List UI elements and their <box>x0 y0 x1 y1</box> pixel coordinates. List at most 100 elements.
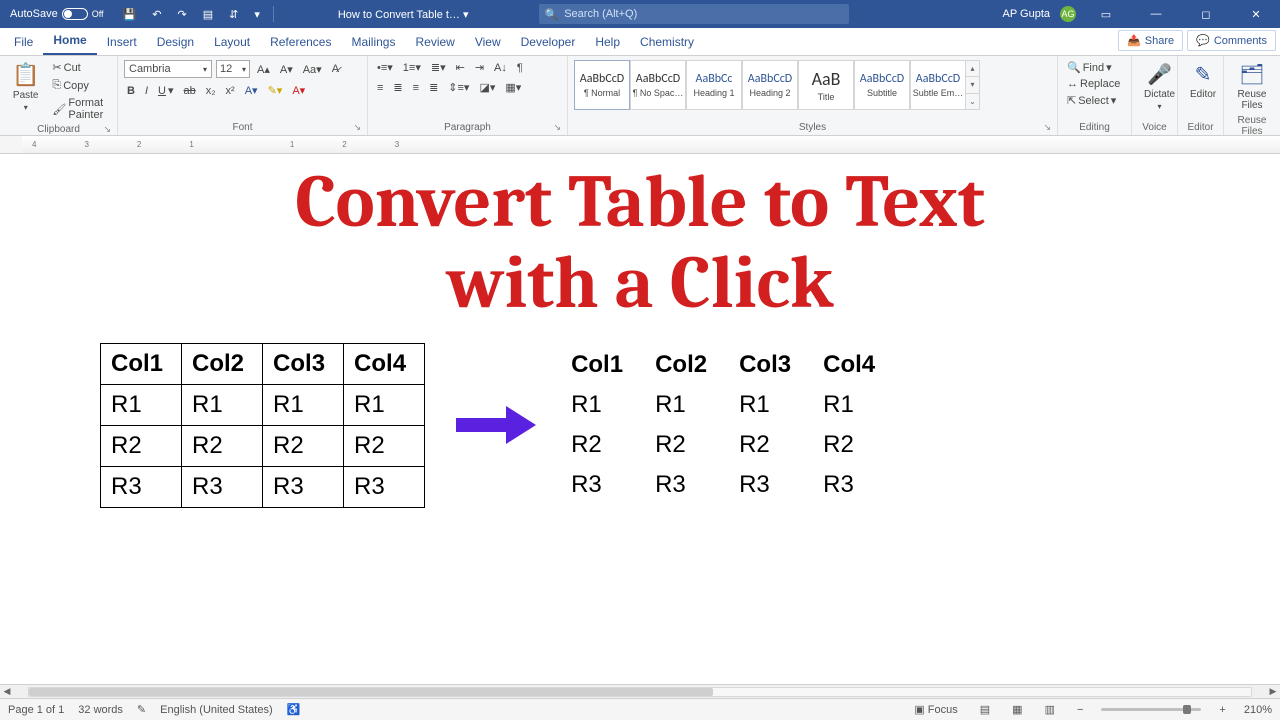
status-page[interactable]: Page 1 of 1 <box>8 704 64 716</box>
tab-review[interactable]: Review <box>405 29 464 55</box>
align-left-icon[interactable]: ≡ <box>374 81 386 95</box>
dialog-launcher-icon[interactable]: ↘ <box>353 122 361 133</box>
superscript-button[interactable]: x² <box>223 84 238 98</box>
dialog-launcher-icon[interactable]: ↘ <box>103 124 111 135</box>
font-size-select[interactable]: 12▾ <box>216 60 250 78</box>
bullets-icon[interactable]: •≡▾ <box>374 60 396 75</box>
print-layout-icon[interactable]: ▦ <box>1008 701 1026 718</box>
web-layout-icon[interactable]: ▥ <box>1041 701 1059 718</box>
underline-button[interactable]: U▾ <box>155 83 176 98</box>
style-nospacing[interactable]: AaBbCcD¶ No Spac… <box>630 60 686 110</box>
style-heading2[interactable]: AaBbCcDHeading 2 <box>742 60 798 110</box>
decrease-indent-icon[interactable]: ⇤ <box>453 60 468 75</box>
minimize-icon[interactable]: — <box>1136 0 1176 28</box>
ribbon-display-icon[interactable]: ▭ <box>1086 0 1126 28</box>
tab-file[interactable]: File <box>4 29 43 55</box>
document-area[interactable]: Convert Table to Text with a Click Col1 … <box>0 154 1280 684</box>
borders-icon[interactable]: ▦▾ <box>502 80 524 95</box>
find-button[interactable]: 🔍 Find ▾ <box>1064 60 1123 75</box>
scroll-right-icon[interactable]: ▶ <box>1266 686 1280 697</box>
text-effects-icon[interactable]: A▾ <box>242 83 261 98</box>
example-text[interactable]: Col1 Col2 Col3 Col4 R1R1R1R1 R2R2R2R2 R3… <box>567 345 903 505</box>
redo-icon[interactable]: ↷ <box>174 7 189 22</box>
tab-design[interactable]: Design <box>147 29 204 55</box>
autosave-toggle[interactable]: AutoSave Off <box>0 8 114 20</box>
focus-mode-button[interactable]: ▣ Focus <box>910 701 961 718</box>
font-color-icon[interactable]: A▾ <box>289 83 308 98</box>
zoom-slider[interactable] <box>1101 708 1201 711</box>
horizontal-scrollbar[interactable]: ◀ ▶ <box>0 684 1280 698</box>
increase-indent-icon[interactable]: ⇥ <box>472 60 487 75</box>
tab-mailings[interactable]: Mailings <box>341 29 405 55</box>
horizontal-ruler[interactable]: 4321 123 <box>0 136 1280 154</box>
scroll-left-icon[interactable]: ◀ <box>0 686 14 697</box>
zoom-thumb[interactable] <box>1183 705 1191 714</box>
read-mode-icon[interactable]: ▤ <box>976 701 994 718</box>
user-name[interactable]: AP Gupta <box>1003 8 1051 20</box>
scroll-thumb[interactable] <box>29 688 713 696</box>
qat-icon2[interactable]: ⇵ <box>226 7 241 22</box>
line-spacing-icon[interactable]: ⇕≡▾ <box>445 80 472 95</box>
reuse-files-button[interactable]: 🗂Reuse Files <box>1230 60 1274 113</box>
format-painter-button[interactable]: 🖌 Format Painter <box>49 96 111 122</box>
bold-button[interactable]: B <box>124 84 138 98</box>
zoom-level[interactable]: 210% <box>1244 704 1272 716</box>
status-lang[interactable]: English (United States) <box>160 704 273 716</box>
tab-insert[interactable]: Insert <box>97 29 147 55</box>
zoom-in-button[interactable]: + <box>1215 702 1229 718</box>
clear-format-icon[interactable]: A̷ <box>329 62 342 76</box>
maximize-icon[interactable]: ◻ <box>1186 0 1226 28</box>
undo-icon[interactable]: ↶ <box>149 7 164 22</box>
tab-view[interactable]: View <box>465 29 511 55</box>
example-table[interactable]: Col1 Col2 Col3 Col4 R1R1R1R1 R2R2R2R2 R3… <box>100 343 425 508</box>
select-button[interactable]: ⇱ Select ▾ <box>1064 93 1123 108</box>
tab-developer[interactable]: Developer <box>511 29 586 55</box>
search-box[interactable]: 🔍 Search (Alt+Q) <box>539 4 849 24</box>
share-button[interactable]: 📤Share <box>1118 30 1183 51</box>
tab-chemistry[interactable]: Chemistry <box>630 29 704 55</box>
styles-gallery[interactable]: AaBbCcD¶ Normal AaBbCcD¶ No Spac… AaBbCc… <box>574 60 980 110</box>
sort-icon[interactable]: A↓ <box>491 61 510 75</box>
tab-help[interactable]: Help <box>585 29 630 55</box>
justify-icon[interactable]: ≣ <box>426 80 441 95</box>
qat-icon[interactable]: ▤ <box>200 7 216 22</box>
dialog-launcher-icon[interactable]: ↘ <box>1043 122 1051 133</box>
zoom-out-button[interactable]: − <box>1073 702 1087 718</box>
style-normal[interactable]: AaBbCcD¶ Normal <box>574 60 630 110</box>
dialog-launcher-icon[interactable]: ↘ <box>553 122 561 133</box>
italic-button[interactable]: I <box>142 84 151 98</box>
status-words[interactable]: 32 words <box>78 704 123 716</box>
user-avatar[interactable]: AG <box>1060 6 1076 22</box>
save-icon[interactable]: 💾 <box>120 7 140 22</box>
comments-button[interactable]: 💬Comments <box>1187 30 1276 51</box>
show-hide-icon[interactable]: ¶ <box>514 61 526 75</box>
editor-button[interactable]: ✎Editor <box>1184 60 1222 102</box>
style-subtleem[interactable]: AaBbCcDSubtle Em… <box>910 60 966 110</box>
scroll-track[interactable] <box>28 687 1252 697</box>
align-center-icon[interactable]: ≣ <box>390 80 405 95</box>
close-icon[interactable]: ✕ <box>1236 0 1276 28</box>
font-name-select[interactable]: Cambria▾ <box>124 60 212 78</box>
replace-button[interactable]: ↔ Replace <box>1064 77 1123 91</box>
change-case-icon[interactable]: Aa▾ <box>300 62 325 77</box>
cut-button[interactable]: ✂ Cut <box>49 60 111 75</box>
tab-home[interactable]: Home <box>43 27 96 55</box>
dictate-button[interactable]: 🎤Dictate▾ <box>1138 60 1181 113</box>
spellcheck-icon[interactable]: ✎ <box>137 703 146 716</box>
copy-button[interactable]: ⎘ Copy <box>49 78 111 93</box>
highlight-icon[interactable]: ✎▾ <box>265 83 286 98</box>
styles-more[interactable]: ▴▾⌄ <box>966 60 980 110</box>
grow-font-icon[interactable]: A▴ <box>254 62 273 77</box>
qat-more-icon[interactable]: ▾ <box>251 7 263 22</box>
style-subtitle[interactable]: AaBbCcDSubtitle <box>854 60 910 110</box>
shading-icon[interactable]: ◪▾ <box>476 80 498 95</box>
align-right-icon[interactable]: ≡ <box>410 81 422 95</box>
numbering-icon[interactable]: 1≡▾ <box>400 60 424 75</box>
accessibility-icon[interactable]: ♿ <box>287 703 301 716</box>
tab-layout[interactable]: Layout <box>204 29 260 55</box>
subscript-button[interactable]: x₂ <box>203 84 219 98</box>
paste-button[interactable]: 📋 Paste ▾ <box>6 60 45 114</box>
document-title[interactable]: How to Convert Table t… ▾ <box>338 8 469 21</box>
tab-references[interactable]: References <box>260 29 341 55</box>
shrink-font-icon[interactable]: A▾ <box>277 62 296 77</box>
